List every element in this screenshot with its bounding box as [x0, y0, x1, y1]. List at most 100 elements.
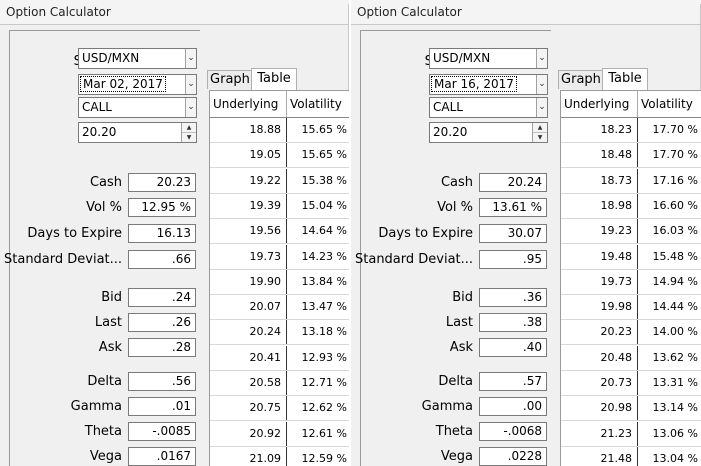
chevron-down-icon[interactable]: ⌄ — [536, 75, 547, 94]
table-row[interactable]: 20.75 12.62 % — [210, 396, 349, 422]
label-gamma: Gamma — [421, 399, 473, 414]
spin-down-icon[interactable]: ▼ — [533, 133, 547, 142]
table-row[interactable]: 20.48 13.62 % — [561, 345, 701, 371]
expiry-select[interactable]: Mar 16, 2017 ⌄ — [429, 74, 548, 95]
table-row[interactable]: 20.07 13.47 % — [210, 295, 349, 321]
spin-up-icon[interactable]: ▲ — [182, 123, 196, 133]
strike-spinner[interactable]: 20.20 ▲ ▼ — [78, 122, 197, 143]
spin-down-icon[interactable]: ▼ — [182, 133, 196, 142]
table-row[interactable]: 19.73 14.94 % — [561, 269, 701, 295]
delta-field[interactable]: .56 — [128, 372, 196, 391]
table-row[interactable]: 21.09 12.59 % — [210, 446, 349, 466]
table-row[interactable]: 19.73 14.23 % — [210, 244, 349, 270]
type-select[interactable]: CALL ⌄ — [78, 97, 197, 118]
cash-field[interactable]: 20.24 — [479, 173, 547, 192]
table-header: Underlying Volatility — [210, 91, 349, 118]
spin-up-icon[interactable]: ▲ — [533, 123, 547, 133]
theta-field[interactable]: -.0068 — [479, 422, 547, 441]
column-header-volatility[interactable]: Volatility — [638, 91, 701, 117]
tab-table[interactable]: Table — [602, 68, 648, 90]
volatility-cell: 13.62 % — [652, 350, 698, 364]
days-field[interactable]: 16.13 — [128, 224, 196, 243]
table-row[interactable]: 20.41 12.93 % — [210, 345, 349, 371]
underlying-cell: 20.48 — [561, 345, 638, 370]
table-row[interactable]: 19.39 15.04 % — [210, 193, 349, 219]
theta-field[interactable]: -.0085 — [128, 422, 196, 441]
volatility-cell: 14.00 % — [652, 325, 698, 339]
table-row[interactable]: 19.48 15.48 % — [561, 244, 701, 270]
table-row[interactable]: 20.58 12.71 % — [210, 371, 349, 396]
tab-graph[interactable]: Graph — [207, 70, 253, 89]
last-field[interactable]: .38 — [479, 313, 547, 332]
table-row[interactable]: 19.98 14.44 % — [561, 295, 701, 321]
volatility-cell: 13.31 % — [652, 376, 698, 389]
underlying-cell: 19.90 — [210, 269, 287, 294]
column-header-underlying[interactable]: Underlying — [210, 91, 287, 117]
underlying-cell: 19.73 — [210, 244, 287, 269]
vega-field[interactable]: .0228 — [479, 447, 547, 466]
table-row[interactable]: 20.92 12.61 % — [210, 421, 349, 447]
vol-field[interactable]: 13.61 % — [479, 198, 547, 217]
label-cash: Cash — [89, 175, 122, 190]
column-header-volatility[interactable]: Volatility — [287, 91, 349, 117]
chevron-down-icon[interactable]: ⌄ — [185, 49, 196, 68]
table-row[interactable]: 20.73 13.31 % — [561, 371, 701, 396]
stddev-field[interactable]: .66 — [128, 250, 196, 269]
gamma-field[interactable]: .01 — [128, 397, 196, 416]
chevron-down-icon[interactable]: ⌄ — [536, 49, 547, 68]
underlying-cell: 20.75 — [210, 396, 287, 421]
bid-field[interactable]: .24 — [128, 288, 196, 307]
underlying-cell: 18.23 — [561, 118, 638, 142]
table-row[interactable]: 18.98 16.60 % — [561, 193, 701, 219]
label-bid: Bid — [101, 290, 122, 305]
table-row[interactable]: 18.88 15.65 % — [210, 118, 349, 143]
chevron-down-icon[interactable]: ⌄ — [536, 98, 547, 117]
table-row[interactable]: 18.23 17.70 % — [561, 118, 701, 143]
stddev-field[interactable]: .95 — [479, 250, 547, 269]
bid-field[interactable]: .36 — [479, 288, 547, 307]
label-delta: Delta — [438, 374, 473, 389]
tab-graph[interactable]: Graph — [558, 70, 604, 89]
symbol-select[interactable]: USD/MXN ⌄ — [429, 48, 548, 69]
vega-field[interactable]: .0167 — [128, 447, 196, 466]
underlying-cell: 19.05 — [210, 143, 287, 168]
ask-field[interactable]: .28 — [128, 338, 196, 357]
column-header-underlying[interactable]: Underlying — [561, 91, 638, 117]
type-select[interactable]: CALL ⌄ — [429, 97, 548, 118]
table-row[interactable]: 20.23 14.00 % — [561, 320, 701, 346]
volatility-cell: 12.61 % — [301, 426, 347, 440]
underlying-cell: 21.48 — [561, 446, 638, 466]
option-calculator-panel-1: Option CalculatorSymbolUSD/MXN⌄ExpiryMar… — [0, 0, 349, 466]
table-row[interactable]: 19.90 13.84 % — [210, 269, 349, 295]
table-row[interactable]: 21.23 13.06 % — [561, 421, 701, 447]
vol-field[interactable]: 12.95 % — [128, 198, 196, 217]
table-row[interactable]: 19.05 15.65 % — [210, 143, 349, 169]
strike-spinner[interactable]: 20.20 ▲ ▼ — [429, 122, 548, 143]
table-row[interactable]: 19.56 14.64 % — [210, 219, 349, 245]
chevron-down-icon[interactable]: ⌄ — [185, 75, 196, 94]
underlying-cell: 18.98 — [561, 193, 638, 218]
chevron-down-icon[interactable]: ⌄ — [185, 98, 196, 117]
days-field[interactable]: 30.07 — [479, 224, 547, 243]
table-row[interactable]: 19.22 15.38 % — [210, 168, 349, 194]
label-last: Last — [94, 315, 122, 330]
table-row[interactable]: 18.73 17.16 % — [561, 168, 701, 194]
expiry-select[interactable]: Mar 02, 2017 ⌄ — [78, 74, 197, 95]
delta-field[interactable]: .57 — [479, 372, 547, 391]
underlying-cell: 19.56 — [210, 219, 287, 244]
last-field[interactable]: .26 — [128, 313, 196, 332]
ask-field[interactable]: .40 — [479, 338, 547, 357]
underlying-cell: 20.92 — [210, 421, 287, 446]
volatility-cell: 16.03 % — [652, 224, 698, 238]
window-title: Option Calculator — [351, 0, 701, 25]
cash-field[interactable]: 20.23 — [128, 173, 196, 192]
gamma-field[interactable]: .00 — [479, 397, 547, 416]
table-row[interactable]: 21.48 13.04 % — [561, 446, 701, 466]
table-row[interactable]: 20.24 13.18 % — [210, 320, 349, 346]
table-row[interactable]: 19.23 16.03 % — [561, 219, 701, 245]
table-row[interactable]: 20.98 13.14 % — [561, 396, 701, 422]
label-vega: Vega — [89, 449, 122, 464]
table-row[interactable]: 18.48 17.70 % — [561, 143, 701, 169]
tab-table[interactable]: Table — [251, 68, 297, 90]
symbol-select[interactable]: USD/MXN ⌄ — [78, 48, 197, 69]
